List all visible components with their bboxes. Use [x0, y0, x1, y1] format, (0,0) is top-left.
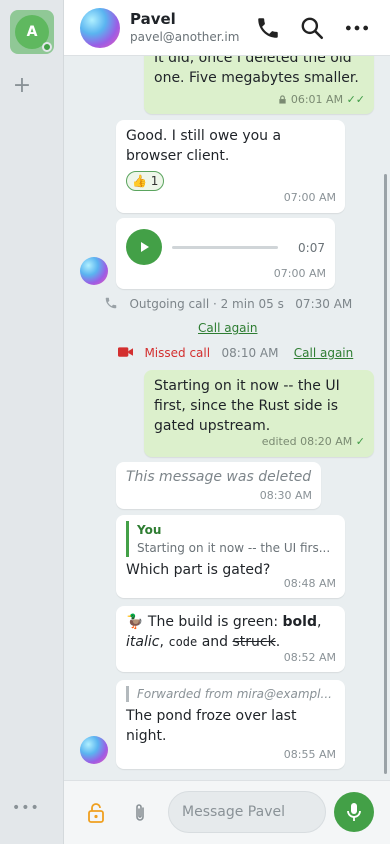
- phone-outgoing-icon: [105, 297, 117, 309]
- message-time: 07:00 AM: [273, 267, 326, 280]
- quoted-message[interactable]: You Starting on it now -- the UI firs...: [126, 521, 335, 557]
- text-segment: and: [197, 634, 233, 650]
- search-button[interactable]: [296, 12, 328, 44]
- thumbs-up-icon: 👍: [132, 174, 147, 188]
- code-text: code: [168, 635, 198, 649]
- chat-header: Pavel pavel@another.im: [64, 0, 390, 56]
- message-deleted[interactable]: This message was deleted 08:30 AM: [116, 462, 321, 509]
- search-icon: [301, 17, 324, 40]
- more-dots-icon: [345, 25, 369, 31]
- message-outgoing[interactable]: Starting on it now -- the UI first, sinc…: [144, 370, 374, 457]
- message-meta: edited 08:20 AM ✓: [262, 432, 365, 452]
- message-text: Good. I still owe you a browser client.: [126, 128, 282, 164]
- message-text: The pond froze over last night.: [126, 708, 297, 744]
- encryption-button[interactable]: [84, 801, 108, 825]
- text-segment: The build is green:: [143, 614, 283, 630]
- message-outgoing[interactable]: It did, once I deleted the old one. Five…: [144, 56, 374, 114]
- strikethrough-text: struck: [232, 634, 276, 650]
- microphone-icon: [347, 803, 361, 821]
- message-time: 08:52 AM: [283, 651, 336, 664]
- voice-progress-bar[interactable]: [172, 246, 278, 249]
- message-time: 06:01 AM: [290, 93, 344, 106]
- italic-text: italic: [126, 634, 160, 650]
- message-time: 07:00 AM: [283, 191, 336, 204]
- call-time: 08:10 AM: [221, 346, 279, 360]
- text-segment: ,: [159, 634, 169, 650]
- unlock-icon: [88, 803, 104, 823]
- message-meta: 06:01 AM ✓✓: [278, 90, 365, 110]
- call-time: 07:30 AM: [295, 297, 353, 311]
- message-list[interactable]: It did, once I deleted the old one. Five…: [64, 56, 390, 780]
- paperclip-icon: [136, 804, 144, 821]
- sender-avatar[interactable]: [80, 257, 108, 285]
- play-button[interactable]: [126, 229, 162, 265]
- call-again-link[interactable]: Call again: [294, 346, 353, 360]
- message-text: 🦆 The build is green: bold, italic, code…: [126, 612, 337, 652]
- read-check-icon: ✓✓: [346, 93, 365, 106]
- lock-icon: [279, 95, 286, 104]
- quote-text: Starting on it now -- the UI firs...: [137, 541, 331, 555]
- contact-avatar[interactable]: [80, 8, 120, 48]
- phone-icon: [258, 18, 278, 38]
- text-segment: ,: [316, 614, 322, 630]
- missed-call-entry: Missed call 08:10 AM Call again: [118, 346, 353, 360]
- play-icon: [141, 242, 149, 252]
- account-initial: A: [26, 24, 38, 40]
- voice-message[interactable]: 0:07 07:00 AM: [116, 218, 335, 289]
- forwarded-label: Forwarded from mira@exampl...: [126, 686, 335, 702]
- message-time: 08:48 AM: [283, 577, 336, 590]
- sent-check-icon: ✓: [355, 435, 365, 448]
- message-time: 08:30 AM: [259, 489, 312, 502]
- outgoing-call-entry: Outgoing call · 2 min 05 s 07:30 AM: [104, 296, 352, 311]
- voice-duration: 0:07: [298, 241, 325, 255]
- sender-avatar[interactable]: [80, 736, 108, 764]
- menu-button[interactable]: [341, 12, 373, 44]
- message-reply[interactable]: You Starting on it now -- the UI firs...…: [116, 515, 345, 598]
- attach-button[interactable]: [128, 801, 152, 825]
- more-options-button[interactable]: •••: [12, 800, 39, 822]
- contact-name[interactable]: Pavel: [130, 10, 176, 28]
- call-button[interactable]: [252, 12, 284, 44]
- message-input[interactable]: Message Pavel: [168, 791, 326, 833]
- text-segment: .: [275, 634, 281, 650]
- message-time: edited 08:20 AM: [261, 435, 353, 448]
- call-summary: Outgoing call · 2 min 05 s: [129, 297, 284, 311]
- bold-text: bold: [282, 614, 317, 630]
- add-account-button[interactable]: +: [12, 72, 32, 100]
- message-time: 08:55 AM: [283, 748, 336, 761]
- duck-icon: 🦆: [126, 614, 144, 630]
- account-rail: A + •••: [0, 0, 64, 844]
- composer: Message Pavel: [64, 780, 390, 844]
- quote-author: You: [137, 523, 162, 537]
- record-voice-button[interactable]: [334, 792, 374, 832]
- missed-call-label: Missed call: [144, 346, 211, 360]
- online-status-dot: [42, 42, 52, 52]
- reaction-count: 1: [150, 174, 159, 188]
- message-incoming[interactable]: 🦆 The build is green: bold, italic, code…: [116, 606, 345, 672]
- call-again-link[interactable]: Call again: [198, 321, 257, 335]
- reaction-chip[interactable]: 👍 1: [126, 171, 165, 191]
- scrollbar[interactable]: [384, 174, 387, 774]
- deleted-label: This message was deleted: [126, 469, 312, 485]
- message-forwarded[interactable]: Forwarded from mira@exampl... The pond f…: [116, 680, 345, 769]
- message-incoming[interactable]: Good. I still owe you a browser client. …: [116, 120, 345, 213]
- contact-address: pavel@another.im: [130, 30, 240, 44]
- message-text: Starting on it now -- the UI first, sinc…: [154, 378, 340, 434]
- video-camera-icon: [118, 347, 133, 357]
- message-text: It did, once I deleted the old one. Five…: [154, 56, 359, 86]
